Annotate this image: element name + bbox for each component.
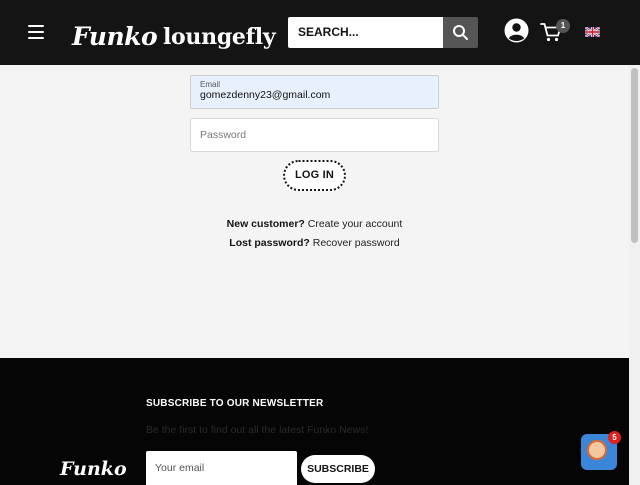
login-button[interactable]: LOG IN bbox=[283, 160, 346, 191]
newsletter-title: SUBSCRIBE TO OUR NEWSLETTER bbox=[146, 398, 324, 409]
scrollbar-thumb[interactable] bbox=[631, 68, 638, 243]
newsletter-email-input[interactable]: Your email bbox=[146, 451, 297, 485]
email-label: Email bbox=[200, 80, 221, 89]
create-account-link[interactable]: Create your account bbox=[308, 218, 403, 230]
new-customer-row: New customer? Create your account bbox=[0, 218, 629, 230]
lost-password-question: Lost password? bbox=[229, 237, 310, 249]
site-footer: SUBSCRIBE TO OUR NEWSLETTER Be the first… bbox=[0, 358, 629, 485]
new-customer-question: New customer? bbox=[226, 218, 305, 230]
email-value: gomezdenny23@gmail.com bbox=[200, 89, 331, 101]
search-button[interactable] bbox=[443, 17, 478, 48]
account-icon[interactable] bbox=[504, 18, 529, 43]
email-field[interactable]: Email gomezdenny23@gmail.com bbox=[190, 75, 439, 109]
lost-password-row: Lost password? Recover password bbox=[0, 237, 629, 249]
search-icon bbox=[453, 25, 468, 40]
password-field[interactable]: Password bbox=[190, 118, 439, 152]
page-scrollbar[interactable] bbox=[629, 65, 640, 485]
search-input[interactable]: SEARCH... bbox=[288, 17, 443, 48]
site-header: Funko loungefly SEARCH... 1 bbox=[0, 0, 640, 65]
recover-password-link[interactable]: Recover password bbox=[313, 237, 400, 249]
footer-funko-logo[interactable]: Funko bbox=[60, 458, 127, 480]
subscribe-button[interactable]: SUBSCRIBE bbox=[301, 455, 375, 483]
chat-widget-icon bbox=[587, 440, 607, 460]
newsletter-subtitle: Be the first to find out all the latest … bbox=[146, 424, 369, 436]
uk-flag-icon[interactable] bbox=[585, 27, 600, 37]
cart-count-badge: 1 bbox=[556, 19, 570, 33]
funko-logo[interactable]: Funko bbox=[72, 22, 158, 51]
loungefly-logo[interactable]: loungefly bbox=[163, 24, 276, 50]
chat-notification-badge: 5 bbox=[608, 431, 621, 444]
menu-icon[interactable] bbox=[28, 25, 44, 39]
